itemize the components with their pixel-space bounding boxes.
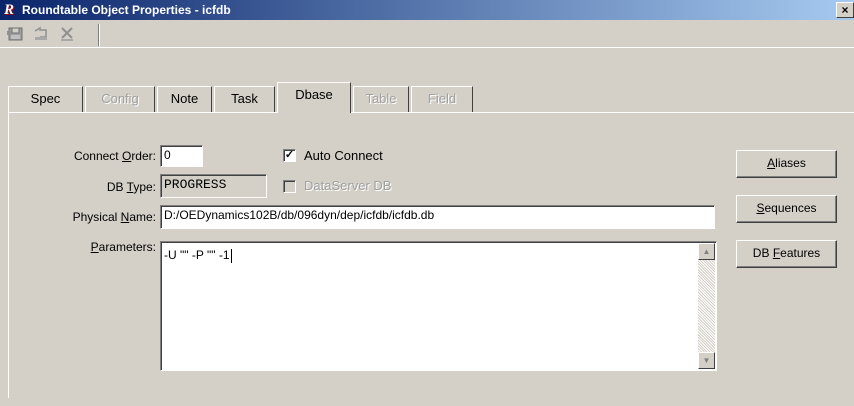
parameters-textarea[interactable]: -U "" -P "" -1 ▲ ▼ xyxy=(160,241,717,371)
close-button[interactable]: × xyxy=(836,2,854,18)
delete-button[interactable] xyxy=(56,23,78,45)
tab-dbase[interactable]: Dbase xyxy=(277,82,351,113)
physical-name-field[interactable]: D:/OEDynamics102B/db/096dyn/dep/icfdb/ic… xyxy=(160,205,715,229)
sequences-button[interactable]: Sequences xyxy=(736,195,837,223)
scroll-down-button[interactable]: ▼ xyxy=(698,352,715,369)
db-type-field: PROGRESS xyxy=(160,174,267,198)
parameters-label: Parameters: xyxy=(90,240,156,254)
delete-icon xyxy=(61,27,73,41)
db-type-label: DB Type: xyxy=(106,180,156,194)
tab-config[interactable]: Config xyxy=(85,86,155,112)
roundtable-app-icon: R xyxy=(4,2,15,18)
db-features-button[interactable]: DB Features xyxy=(736,240,837,268)
dataserver-db-label: DataServer DB xyxy=(304,178,392,193)
toolbar-separator xyxy=(98,24,100,46)
aliases-button[interactable]: Aliases xyxy=(736,150,837,178)
tab-task[interactable]: Task xyxy=(214,86,275,112)
tab-spec[interactable]: Spec xyxy=(8,86,83,112)
physical-name-label: Physical Name: xyxy=(72,210,156,224)
tab-table[interactable]: Table xyxy=(353,86,409,112)
text-caret xyxy=(230,248,232,263)
properties-window: R Roundtable Object Properties - icfdb × xyxy=(0,0,854,406)
scroll-up-button[interactable]: ▲ xyxy=(698,243,715,260)
tab-field[interactable]: Field xyxy=(411,86,473,112)
dataserver-db-checkbox[interactable] xyxy=(283,180,296,193)
parameters-text: -U "" -P "" -1 xyxy=(164,248,232,263)
auto-connect-checkbox[interactable]: ✓ xyxy=(283,149,296,162)
connect-order-label: Connect Order: xyxy=(73,149,156,163)
save-icon xyxy=(7,27,23,41)
connect-order-field[interactable]: 0 xyxy=(160,145,203,167)
parameters-scrollbar[interactable]: ▲ ▼ xyxy=(698,243,715,369)
save-button[interactable] xyxy=(4,23,26,45)
title-bar[interactable]: R Roundtable Object Properties - icfdb × xyxy=(0,0,854,20)
tab-note[interactable]: Note xyxy=(157,86,212,112)
undo-icon xyxy=(34,26,47,40)
undo-button[interactable] xyxy=(30,23,52,45)
window-title: Roundtable Object Properties - icfdb xyxy=(22,3,231,17)
toolbar xyxy=(0,20,854,48)
auto-connect-label: Auto Connect xyxy=(304,148,383,163)
